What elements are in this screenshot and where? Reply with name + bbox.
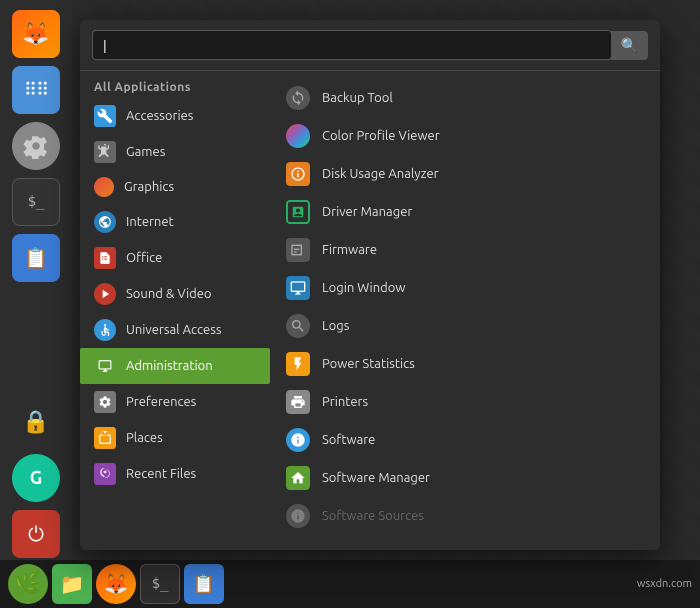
- sound-video-icon: [94, 283, 116, 305]
- software-manager-label: Software Manager: [322, 471, 430, 485]
- taskbar-left: 🦊 ⠿⠿ $_ 📋 🔒 G ⏻: [0, 0, 72, 560]
- software-sources-icon: [286, 504, 310, 528]
- app-item-driver-manager[interactable]: Driver Manager: [270, 193, 660, 231]
- cat-label-accessories: Accessories: [126, 109, 193, 123]
- disk-usage-analyzer-icon: [286, 162, 310, 186]
- cat-item-graphics[interactable]: Graphics: [80, 170, 270, 204]
- taskbar-icon-firefox[interactable]: 🦊: [12, 10, 60, 58]
- color-profile-viewer-icon: [286, 124, 310, 148]
- office-icon: [94, 247, 116, 269]
- app-item-backup-tool[interactable]: Backup Tool: [270, 79, 660, 117]
- cat-item-office[interactable]: Office: [80, 240, 270, 276]
- cat-item-universal-access[interactable]: Universal Access: [80, 312, 270, 348]
- app-item-software[interactable]: Software: [270, 421, 660, 459]
- app-item-firmware[interactable]: Firmware: [270, 231, 660, 269]
- taskbar-icon-settings[interactable]: [12, 122, 60, 170]
- software-manager-icon: [286, 466, 310, 490]
- app-item-login-window[interactable]: Login Window: [270, 269, 660, 307]
- app-item-printers[interactable]: Printers: [270, 383, 660, 421]
- cat-item-accessories[interactable]: Accessories: [80, 98, 270, 134]
- disk-usage-analyzer-label: Disk Usage Analyzer: [322, 167, 439, 181]
- categories-panel: All Applications Accessories Games Graph…: [80, 71, 270, 550]
- cat-item-games[interactable]: Games: [80, 134, 270, 170]
- bottom-icon-notes[interactable]: 📋: [184, 564, 224, 604]
- software-label: Software: [322, 433, 375, 447]
- search-bar: 🔍: [80, 20, 660, 71]
- cat-item-places[interactable]: Places: [80, 420, 270, 456]
- logs-label: Logs: [322, 319, 349, 333]
- printers-label: Printers: [322, 395, 368, 409]
- cat-label-administration: Administration: [126, 359, 213, 373]
- logs-icon: [286, 314, 310, 338]
- taskbar-icon-terminal[interactable]: $_: [12, 178, 60, 226]
- login-window-label: Login Window: [322, 281, 405, 295]
- app-item-software-sources: Software Sources: [270, 497, 660, 535]
- printers-icon: [286, 390, 310, 414]
- app-menu: 🔍 All Applications Accessories Games G: [80, 20, 660, 550]
- cat-label-universal-access: Universal Access: [126, 323, 221, 337]
- graphics-icon: [94, 177, 114, 197]
- cat-label-places: Places: [126, 431, 163, 445]
- power-statistics-icon: [286, 352, 310, 376]
- bottom-icon-mint[interactable]: 🌿: [8, 564, 48, 604]
- cat-label-recent-files: Recent Files: [126, 467, 196, 481]
- cat-item-preferences[interactable]: Preferences: [80, 384, 270, 420]
- cat-item-sound-video[interactable]: Sound & Video: [80, 276, 270, 312]
- cat-label-preferences: Preferences: [126, 395, 196, 409]
- preferences-icon: [94, 391, 116, 413]
- bottom-icon-terminal[interactable]: $_: [140, 564, 180, 604]
- app-item-logs[interactable]: Logs: [270, 307, 660, 345]
- universal-access-icon: [94, 319, 116, 341]
- watermark: wsxdn.com: [637, 578, 692, 590]
- taskbar-icon-grammarly[interactable]: G: [12, 454, 60, 502]
- taskbar-bottom: 🌿 📁 🦊 $_ 📋 wsxdn.com: [0, 560, 700, 608]
- cat-item-internet[interactable]: Internet: [80, 204, 270, 240]
- firmware-label: Firmware: [322, 243, 377, 257]
- color-profile-viewer-label: Color Profile Viewer: [322, 129, 440, 143]
- driver-manager-label: Driver Manager: [322, 205, 412, 219]
- cat-label-internet: Internet: [126, 215, 174, 229]
- bottom-icon-folder[interactable]: 📁: [52, 564, 92, 604]
- cat-label-games: Games: [126, 145, 165, 159]
- app-list-panel: Backup Tool Color Profile Viewer Disk Us…: [270, 71, 660, 550]
- app-item-software-manager[interactable]: Software Manager: [270, 459, 660, 497]
- internet-icon: [94, 211, 116, 233]
- cat-label-sound-video: Sound & Video: [126, 287, 212, 301]
- cat-item-recent-files[interactable]: Recent Files: [80, 456, 270, 492]
- cat-label-office: Office: [126, 251, 162, 265]
- cat-label-graphics: Graphics: [124, 180, 174, 194]
- driver-manager-icon: [286, 200, 310, 224]
- taskbar-icon-lock[interactable]: 🔒: [12, 398, 60, 446]
- taskbar-icon-notes[interactable]: 📋: [12, 234, 60, 282]
- power-statistics-label: Power Statistics: [322, 357, 415, 371]
- login-window-icon: [286, 276, 310, 300]
- bottom-icon-firefox[interactable]: 🦊: [96, 564, 136, 604]
- backup-tool-label: Backup Tool: [322, 91, 393, 105]
- administration-icon: [94, 355, 116, 377]
- app-item-power-statistics[interactable]: Power Statistics: [270, 345, 660, 383]
- recent-files-icon: [94, 463, 116, 485]
- backup-tool-icon: [286, 86, 310, 110]
- taskbar-icon-apps[interactable]: ⠿⠿: [12, 66, 60, 114]
- app-item-disk-usage-analyzer[interactable]: Disk Usage Analyzer: [270, 155, 660, 193]
- app-item-color-profile-viewer[interactable]: Color Profile Viewer: [270, 117, 660, 155]
- accessories-icon: [94, 105, 116, 127]
- games-icon: [94, 141, 116, 163]
- software-sources-label: Software Sources: [322, 509, 424, 523]
- software-icon: [286, 428, 310, 452]
- firmware-icon: [286, 238, 310, 262]
- menu-body: All Applications Accessories Games Graph…: [80, 71, 660, 550]
- places-icon: [94, 427, 116, 449]
- search-input[interactable]: [92, 30, 612, 60]
- search-button[interactable]: 🔍: [611, 31, 648, 60]
- cat-item-administration[interactable]: Administration: [80, 348, 270, 384]
- all-apps-label: All Applications: [80, 75, 270, 98]
- taskbar-icon-power[interactable]: ⏻: [12, 510, 60, 558]
